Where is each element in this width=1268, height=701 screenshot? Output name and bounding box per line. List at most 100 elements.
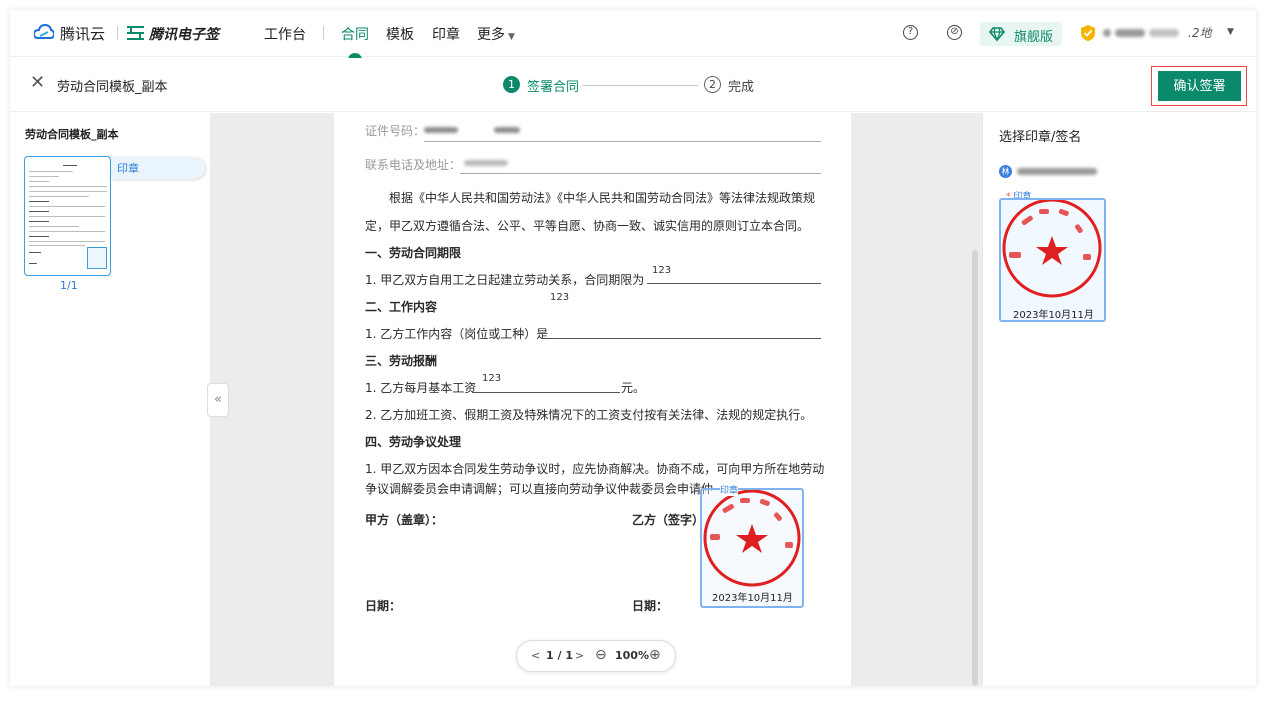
seal-option-card[interactable]: 2023年10月11月 — [999, 198, 1106, 322]
step-2-label: 完成 — [728, 80, 755, 95]
document-title: 劳动合同模板_副本 — [57, 80, 168, 95]
vertical-scrollbar[interactable] — [972, 250, 978, 686]
contract-page: 证件号码： 联系电话及地址： 根据《中华人民共和国劳动法》《中华人民共和国劳动合… — [334, 113, 851, 686]
thumbnail-text-line — [29, 252, 41, 253]
seal-stamp-icon — [1002, 198, 1102, 298]
collapse-panel-icon[interactable]: « — [207, 383, 229, 417]
zoom-toolbar: < 1 / 1 > ⊖ 100% ⊕ — [516, 640, 676, 672]
section-1-item: 1. 甲乙双方自用工之日起建立劳动关系，合同期限为 — [365, 273, 645, 287]
step-2-indicator: 2 — [704, 76, 721, 93]
contact-label: 联系电话及地址： — [365, 158, 462, 172]
thumbnail-text-line — [29, 236, 49, 237]
account-caret-down-icon[interactable]: ▼ — [1227, 27, 1234, 37]
thumbnail-text-line — [29, 196, 89, 197]
thumbnail-seal-tag[interactable]: 印章 — [111, 157, 205, 179]
id-number-underline — [424, 141, 821, 142]
contract-term-value: 123 — [652, 265, 672, 276]
thumbnail-text-line — [29, 226, 79, 227]
account-name[interactable]: .2地 — [1103, 26, 1213, 40]
step-1-label: 签署合同 — [527, 80, 580, 95]
contract-term-underline — [647, 283, 821, 284]
nav-seals[interactable]: 印章 — [432, 24, 460, 44]
thumbnail-seal-placeholder — [87, 247, 107, 269]
nav-workbench[interactable]: 工作台 — [264, 24, 306, 44]
blurred-signer-name — [1017, 168, 1097, 175]
job-content-underline — [547, 338, 821, 339]
thumbnail-text-line — [29, 181, 49, 182]
seal-selection-panel: 选择印章/签名 林 * 印章 2023年10月11月 — [982, 113, 1256, 686]
party-a-label: 甲方（盖章）： — [365, 513, 444, 527]
signing-header: ✕ 劳动合同模板_副本 1 签署合同 2 完成 确认签署 — [10, 58, 1256, 112]
cloud-brand-name[interactable]: 腾讯云 — [60, 23, 105, 44]
tencent-cloud-logo-icon[interactable] — [34, 24, 54, 42]
caret-down-icon: ▼ — [508, 32, 515, 42]
app-window: 腾讯云 腾讯电子签 工作台 合同 模板 印章 更多 ▼ ? ⊘ 旗舰版 .2地 … — [10, 10, 1256, 686]
next-page-icon[interactable]: > — [575, 649, 584, 662]
thumbnail-text-line — [29, 216, 105, 217]
brand-divider — [117, 26, 118, 40]
intro-paragraph-line-2: 定，甲乙双方遵循合法、公平、平等自愿、协商一致、诚实信用的原则订立本合同。 — [365, 219, 810, 233]
date-b-label: 日期： — [632, 599, 669, 613]
thumbnail-text-line — [29, 241, 105, 242]
thumbnail-text-line — [29, 231, 105, 232]
nav-divider — [323, 26, 324, 40]
plan-badge[interactable]: 旗舰版 — [980, 22, 1062, 46]
page-thumbnail-panel: 劳动合同模板_副本 印章 1/1 — [10, 113, 210, 686]
nav-contracts[interactable]: 合同 — [341, 24, 369, 44]
esign-brand-name[interactable]: 腾讯电子签 — [149, 24, 219, 44]
salary-unit: 元。 — [621, 381, 646, 395]
diamond-icon — [989, 27, 1005, 42]
intro-paragraph-line-1: 根据《中华人民共和国劳动法》《中华人民共和国劳动合同法》等法律法规政策规 — [389, 191, 816, 205]
blurred-account-text — [1103, 29, 1111, 37]
job-content-value: 123 — [550, 292, 570, 303]
base-salary-value: 123 — [482, 373, 502, 384]
confirm-sign-button[interactable]: 确认签署 — [1158, 71, 1241, 101]
esign-logo-icon[interactable] — [127, 25, 144, 41]
thumbnail-panel-title: 劳动合同模板_副本 — [25, 128, 119, 141]
thumbnail-text-line — [29, 176, 59, 177]
nav-templates[interactable]: 模板 — [386, 24, 414, 44]
blurred-account-text — [1115, 29, 1145, 37]
prev-page-icon[interactable]: < — [531, 649, 540, 662]
thumbnail-text-line — [29, 245, 85, 246]
seal-date: 2023年10月11月 — [712, 593, 793, 604]
section-2-item: 1. 乙方工作内容（岗位或工种）是 — [365, 327, 549, 341]
zoom-level: 100% — [615, 649, 649, 662]
signer-avatar: 林 — [999, 165, 1012, 178]
blurred-id-value — [494, 127, 520, 133]
top-navigation-bar: 腾讯云 腾讯电子签 工作台 合同 模板 印章 更多 ▼ ? ⊘ 旗舰版 .2地 … — [10, 10, 1256, 61]
nav-more-label: 更多 — [477, 27, 505, 43]
thumbnail-text-line — [29, 211, 49, 212]
thumbnail-text-line — [29, 263, 37, 264]
thumbnail-text-line — [29, 221, 49, 222]
page-thumbnail[interactable] — [24, 156, 111, 276]
nav-more[interactable]: 更多 ▼ — [477, 24, 515, 44]
thumbnail-text-line — [29, 206, 105, 207]
section-1-heading: 一、劳动合同期限 — [365, 246, 462, 260]
page-indicator: 1 / 1 — [546, 649, 573, 662]
date-a-label: 日期： — [365, 599, 402, 613]
thumbnail-seal-tag-label: 印章 — [117, 162, 139, 175]
compass-icon[interactable]: ⊘ — [947, 25, 962, 40]
verified-shield-icon[interactable] — [1080, 24, 1096, 42]
section-4-heading: 四、劳动争议处理 — [365, 435, 462, 449]
plan-badge-label: 旗舰版 — [1014, 30, 1054, 45]
seal-panel-title: 选择印章/签名 — [999, 130, 1082, 145]
section-2-heading: 二、工作内容 — [365, 300, 438, 314]
step-1-indicator: 1 — [503, 76, 520, 93]
help-icon[interactable]: ? — [903, 25, 918, 40]
blurred-contact-value — [464, 160, 508, 166]
zoom-out-icon[interactable]: ⊖ — [595, 647, 607, 663]
thumbnail-text-line — [63, 165, 77, 166]
seal-option-date: 2023年10月11月 — [1013, 310, 1094, 321]
account-suffix: .2地 — [1188, 26, 1212, 40]
thumbnail-text-line — [29, 171, 73, 172]
close-icon[interactable]: ✕ — [30, 73, 45, 93]
zoom-in-icon[interactable]: ⊕ — [649, 647, 661, 663]
thumbnail-text-line — [29, 191, 107, 192]
placed-seal[interactable]: 2023年10月11月 — [700, 488, 804, 608]
section-4-line-1: 1. 甲乙双方因本合同发生劳动争议时，应先协商解决。协商不成，可向甲方所在地劳动 — [365, 462, 825, 476]
blurred-id-value — [424, 127, 458, 133]
contact-underline — [460, 173, 821, 174]
placed-seal-tag: 印章 — [720, 483, 739, 496]
